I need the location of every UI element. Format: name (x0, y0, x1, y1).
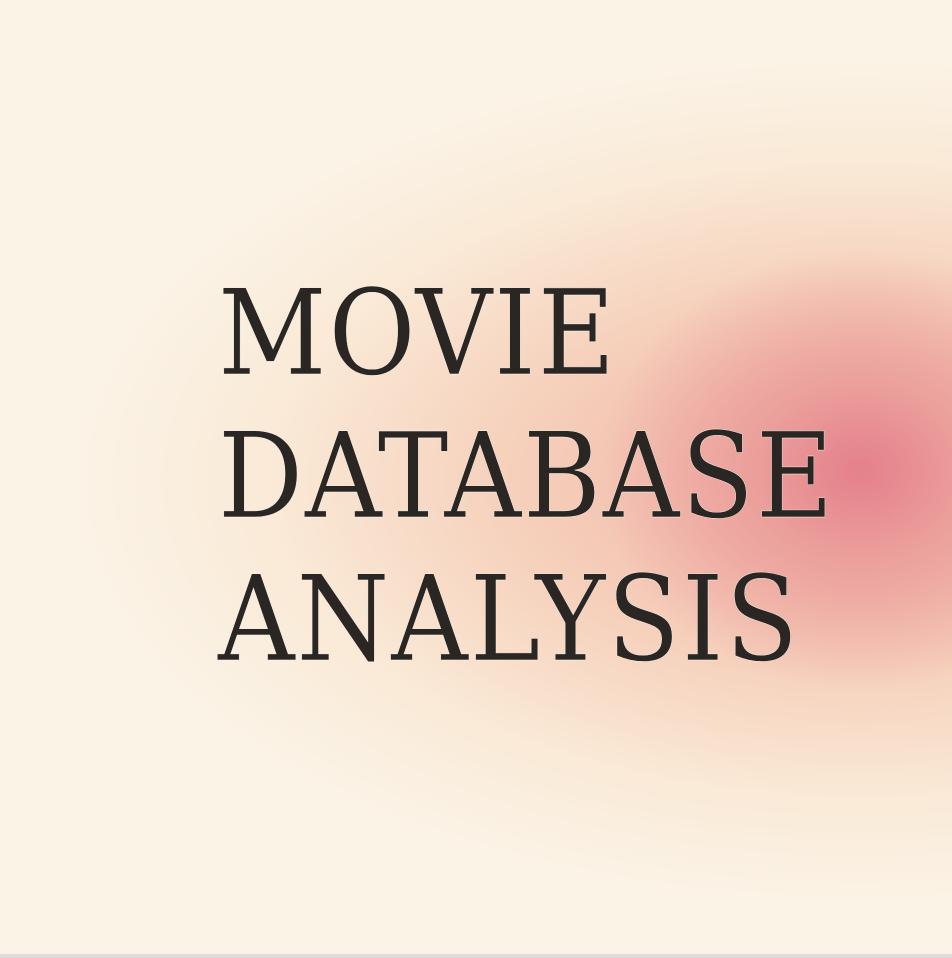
slide-title: MOVIE DATABASE ANALYSIS (218, 262, 835, 691)
slide-canvas: MOVIE DATABASE ANALYSIS (0, 0, 952, 954)
title-line-1: MOVIE (218, 264, 618, 402)
bottom-scrollbar-track (0, 954, 952, 958)
title-line-2: DATABASE (218, 407, 836, 545)
title-line-3: ANALYSIS (218, 550, 801, 688)
